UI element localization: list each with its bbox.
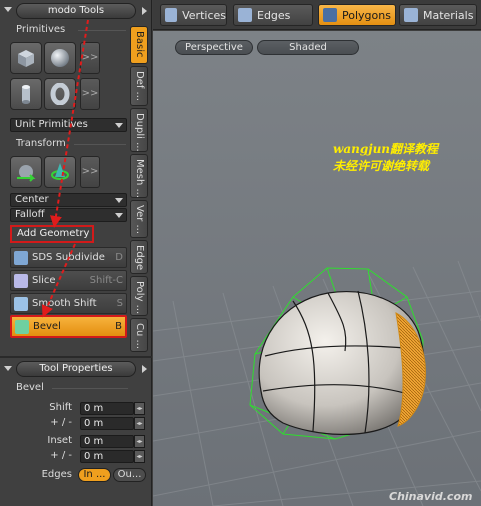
shift-variance-input[interactable]: 0 m [80, 417, 134, 430]
tab-vertex[interactable]: Ver ... [130, 200, 148, 238]
tab-curve[interactable]: Cu ... [130, 318, 148, 352]
vertices-icon [165, 8, 178, 22]
tab-mesh[interactable]: Mesh ... [130, 154, 148, 198]
tab-polygons[interactable]: Polygons [318, 4, 396, 26]
inset-variance-input[interactable]: 0 m [80, 450, 134, 463]
edges-label: Edges [41, 469, 72, 480]
tab-label: Ver ... [134, 205, 145, 235]
tab-label: Poly ... [134, 281, 145, 315]
tab-basic[interactable]: Basic [130, 26, 148, 64]
watermark-line: 未经许可谢绝转载 [333, 159, 430, 173]
tab-label: Basic [134, 31, 145, 58]
panel-expand-arrow-icon[interactable] [142, 365, 147, 373]
inset-label: Inset [47, 435, 72, 446]
shift-label: Shift [49, 402, 72, 413]
edges-inner-option[interactable]: In ... [78, 468, 111, 482]
tab-label: Def ... [134, 71, 145, 102]
inset-stepper[interactable]: ◂▸ [134, 435, 145, 448]
panel-title-tool-properties[interactable]: Tool Properties [16, 361, 136, 377]
tab-edges[interactable]: Edges [233, 4, 313, 26]
polygons-icon [323, 8, 337, 22]
tab-label: Edges [257, 8, 291, 22]
shift-variance-label: + / - [50, 417, 72, 428]
panel-splitter[interactable] [0, 356, 152, 358]
tab-label: Polygons [342, 8, 391, 22]
section-bevel-label: Bevel [16, 382, 44, 393]
tab-duplicate[interactable]: Dupli ... [130, 108, 148, 152]
tab-materials[interactable]: Materials [399, 4, 477, 26]
tab-deform[interactable]: Def ... [130, 66, 148, 106]
tab-label: Vertices [182, 8, 226, 22]
site-credit: Chinavid.com [389, 490, 473, 503]
tools-panel: modo Tools Primitives >> >> Unit Primiti… [0, 0, 152, 506]
inset-variance-label: + / - [50, 450, 72, 461]
tab-polygon[interactable]: Poly ... [130, 276, 148, 316]
materials-icon [404, 8, 418, 22]
selection-mode-toolbar: Vertices Edges Polygons Materials [153, 0, 481, 30]
edges-icon [238, 8, 252, 22]
tab-label: Mesh ... [134, 159, 145, 199]
tab-label: Cu ... [134, 323, 145, 350]
inset-variance-stepper[interactable]: ◂▸ [134, 450, 145, 463]
tab-vertices[interactable]: Vertices [160, 4, 227, 26]
3d-viewport[interactable]: Perspective Shaded wangjun翻译教程 未经许可谢绝转载 … [153, 31, 481, 506]
watermark-text: wangjun翻译教程 未经许可谢绝转载 [333, 141, 478, 175]
viewport-scene [153, 260, 481, 506]
tab-label: Edge [134, 245, 145, 271]
shift-stepper[interactable]: ◂▸ [134, 402, 145, 415]
watermark-line: wangjun翻译教程 [333, 142, 439, 156]
shift-input[interactable]: 0 m [80, 402, 134, 415]
shift-variance-stepper[interactable]: ◂▸ [134, 417, 145, 430]
tab-edge[interactable]: Edge [130, 240, 148, 274]
inset-input[interactable]: 0 m [80, 435, 134, 448]
collapse-arrow-icon[interactable] [4, 366, 12, 371]
vertical-tab-strip: Basic Def ... Dupli ... Mesh ... Ver ...… [130, 22, 148, 352]
edges-outer-option[interactable]: Ou... [113, 468, 146, 482]
tab-label: Materials [423, 8, 474, 22]
divider [52, 388, 128, 389]
tab-label: Dupli ... [134, 113, 145, 152]
mesh-body [258, 291, 425, 435]
